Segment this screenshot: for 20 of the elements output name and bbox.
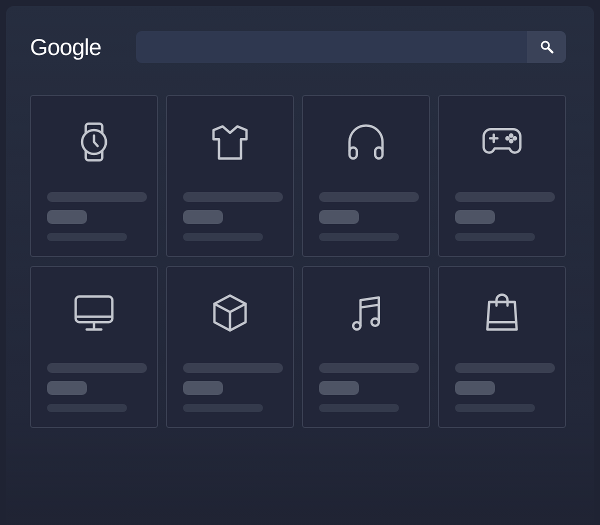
logo[interactable]: Google [30,34,108,60]
skeleton-price [47,381,87,395]
product-card[interactable] [302,95,430,257]
product-card[interactable] [166,95,294,257]
skeleton-price [183,210,223,224]
skeleton-price [319,210,359,224]
skeleton-price [183,381,223,395]
skeleton-price [47,210,87,224]
product-card[interactable] [438,266,566,428]
product-card[interactable] [30,266,158,428]
skeleton-price [455,210,495,224]
search-icon [538,39,554,55]
skeleton-price [319,381,359,395]
skeleton-price [455,381,495,395]
product-card[interactable] [166,266,294,428]
search-field[interactable] [136,31,566,63]
product-card[interactable] [30,95,158,257]
product-card[interactable] [302,266,430,428]
search-button[interactable] [527,31,566,63]
product-card[interactable] [438,95,566,257]
